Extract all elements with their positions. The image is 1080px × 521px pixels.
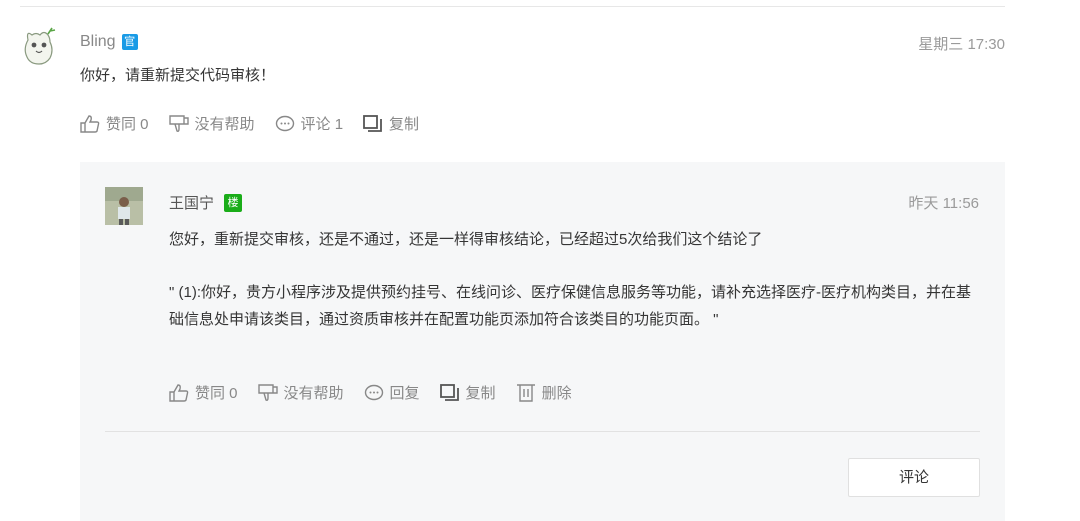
reply-agree-label: 赞同 0: [195, 385, 238, 402]
comment-button[interactable]: 评论: [848, 458, 980, 497]
chat-bubble-icon: [275, 115, 295, 133]
reply-not-helpful-button[interactable]: 没有帮助: [257, 382, 344, 403]
main-actions: 赞同 0 没有帮助 评论 1 复制: [80, 113, 439, 134]
reply-timestamp: 昨天 11:56: [908, 195, 979, 212]
reply-reply-button[interactable]: 回复: [364, 382, 420, 403]
thumbs-down-icon: [257, 383, 278, 402]
agree-button[interactable]: 赞同 0: [80, 113, 149, 134]
reply-not-helpful-label: 没有帮助: [283, 385, 344, 402]
reply-delete-label: 删除: [541, 385, 572, 402]
not-helpful-button[interactable]: 没有帮助: [168, 113, 255, 134]
reply-author-text: 王国宁: [169, 195, 215, 212]
comment-count-label: 评论 1: [300, 116, 344, 133]
avatar[interactable]: [20, 26, 58, 66]
copy-label: 复制: [389, 116, 420, 133]
reply-divider: [105, 431, 980, 432]
thumbs-up-icon: [80, 114, 100, 133]
official-badge: 官: [121, 34, 138, 50]
floor-badge: 楼: [224, 193, 243, 212]
thumbs-up-icon: [169, 383, 189, 402]
reply-avatar[interactable]: [105, 187, 143, 225]
reply-copy-button[interactable]: 复制: [439, 382, 496, 403]
copy-button[interactable]: 复制: [363, 113, 419, 134]
author-name[interactable]: Bling 官: [80, 33, 138, 51]
comment-content: 你好，请重新提交代码审核！: [80, 67, 276, 84]
reply-actions: 赞同 0 没有帮助 回复 复制 删除: [169, 382, 592, 403]
not-helpful-label: 没有帮助: [194, 116, 255, 133]
chat-bubble-icon: [364, 384, 384, 402]
page: Bling 官 星期三 17:30 你好，请重新提交代码审核！ 赞同 0 没有帮…: [0, 0, 1080, 521]
agree-label: 赞同 0: [106, 116, 149, 133]
reply-agree-button[interactable]: 赞同 0: [169, 382, 238, 403]
reply-paragraph-1: 您好，重新提交审核，还是不通过，还是一样得审核结论，已经超过5次给我们这个结论了: [169, 231, 763, 248]
reply-reply-label: 回复: [389, 385, 420, 402]
reply-content: 您好，重新提交审核，还是不通过，还是一样得审核结论，已经超过5次给我们这个结论了…: [169, 226, 984, 333]
reply-copy-label: 复制: [465, 385, 496, 402]
top-divider: [20, 6, 1005, 7]
copy-icon: [363, 114, 383, 133]
author-name-text: Bling: [80, 33, 116, 50]
reply-paragraph-2: " (1):你好，贵方小程序涉及提供预约挂号、在线问诊、医疗保健信息服务等功能，…: [169, 284, 971, 328]
thumbs-down-icon: [168, 114, 189, 133]
comment-action-button[interactable]: 评论 1: [275, 113, 344, 134]
user-photo-icon: [105, 187, 143, 225]
reply-author[interactable]: 王国宁 楼: [169, 192, 243, 213]
reply-box: 王国宁 楼 昨天 11:56 您好，重新提交审核，还是不通过，还是一样得审核结论…: [80, 162, 1005, 521]
copy-icon: [439, 383, 460, 402]
trash-icon: [516, 383, 536, 402]
bling-avatar-icon: [24, 27, 56, 65]
reply-delete-button[interactable]: 删除: [516, 382, 572, 403]
timestamp: 星期三 17:30: [918, 36, 1005, 53]
